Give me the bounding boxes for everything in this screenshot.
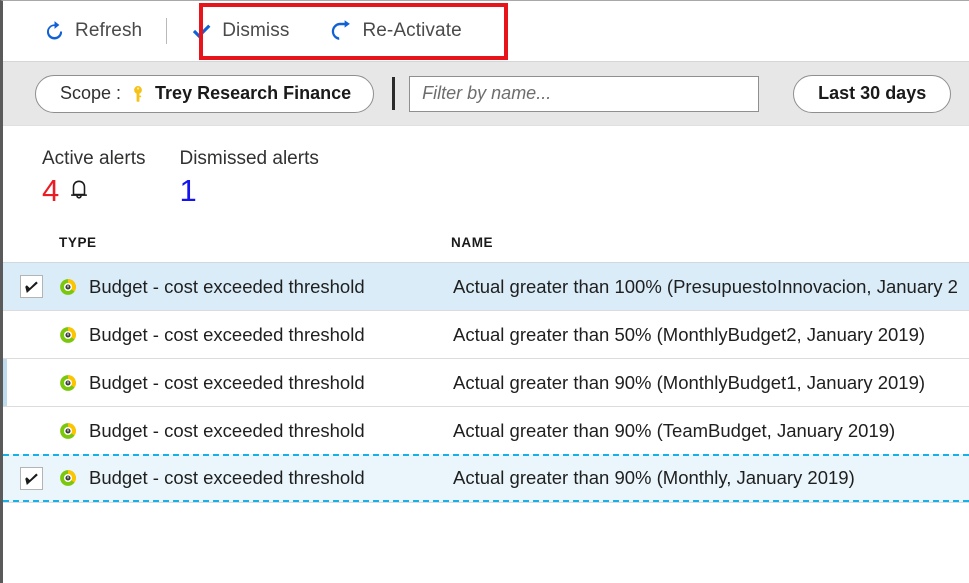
- alert-summary: Active alerts 4 Dismissed alerts 1: [3, 126, 969, 218]
- scope-prefix-label: Scope :: [60, 83, 122, 103]
- refresh-label: Refresh: [75, 20, 143, 41]
- row-type-label: Budget - cost exceeded threshold: [89, 323, 365, 345]
- column-header-type[interactable]: TYPE: [59, 235, 97, 250]
- scope-selector[interactable]: Scope : Trey Research Finance: [35, 74, 375, 113]
- active-alerts-summary: Active alerts 4: [42, 148, 145, 218]
- row-name-cell: Actual greater than 90% (Monthly, Januar…: [451, 467, 969, 489]
- table-row[interactable]: Budget - cost exceeded threshold Actual …: [3, 310, 969, 358]
- dismiss-button[interactable]: Dismiss: [180, 11, 299, 51]
- date-range-selector[interactable]: Last 30 days: [793, 74, 952, 113]
- checkmark-icon: [190, 20, 213, 43]
- row-name-label: Actual greater than 90% (TeamBudget, Jan…: [453, 419, 896, 441]
- filter-divider: [392, 77, 396, 110]
- row-name-label: Actual greater than 90% (MonthlyBudget1,…: [453, 371, 926, 393]
- budget-donut-icon: [59, 374, 77, 392]
- row-type-cell: Budget - cost exceeded threshold: [59, 324, 451, 346]
- alerts-table: TYPE NAME Budget - cost exceeded thresho…: [3, 218, 969, 503]
- budget-donut-icon: [59, 326, 77, 344]
- column-header-name[interactable]: NAME: [451, 235, 493, 250]
- row-type-label: Budget - cost exceeded threshold: [89, 371, 365, 393]
- row-type-cell: Budget - cost exceeded threshold: [59, 420, 451, 442]
- undo-arrow-icon: [329, 19, 353, 43]
- row-select-cell[interactable]: [3, 275, 59, 298]
- scope-value-label: Trey Research Finance: [155, 83, 352, 103]
- date-range-label: Last 30 days: [818, 83, 927, 103]
- table-header-row: TYPE NAME: [3, 218, 969, 262]
- refresh-button[interactable]: Refresh: [33, 11, 152, 51]
- table-row[interactable]: Budget - cost exceeded threshold Actual …: [3, 358, 969, 406]
- toolbar-divider: [166, 18, 168, 44]
- dismissed-alerts-summary: Dismissed alerts 1: [179, 148, 318, 218]
- dismissed-alerts-count: 1: [179, 173, 197, 208]
- row-name-cell: Actual greater than 100% (PresupuestoInn…: [451, 276, 969, 298]
- row-type-cell: Budget - cost exceeded threshold: [59, 372, 451, 394]
- row-type-label: Budget - cost exceeded threshold: [89, 467, 365, 488]
- budget-donut-icon: [59, 278, 77, 296]
- refresh-circular-arrow-icon: [43, 20, 66, 43]
- reactivate-button[interactable]: Re-Activate: [319, 11, 471, 51]
- row-name-cell: Actual greater than 50% (MonthlyBudget2,…: [451, 324, 969, 346]
- row-checkbox[interactable]: [19, 466, 43, 490]
- row-select-cell[interactable]: [3, 466, 59, 490]
- row-checkbox[interactable]: [19, 275, 43, 298]
- table-body: Budget - cost exceeded threshold Actual …: [3, 262, 969, 502]
- row-name-cell: Actual greater than 90% (TeamBudget, Jan…: [451, 420, 969, 442]
- table-row[interactable]: Budget - cost exceeded threshold Actual …: [3, 262, 969, 310]
- budget-donut-icon: [59, 469, 77, 487]
- row-name-label: Actual greater than 90% (Monthly, Januar…: [453, 467, 855, 488]
- row-name-label: Actual greater than 100% (PresupuestoInn…: [453, 275, 958, 297]
- row-type-label: Budget - cost exceeded threshold: [89, 275, 365, 297]
- table-row[interactable]: Budget - cost exceeded threshold Actual …: [3, 454, 969, 502]
- alerts-page: Refresh Dismiss Re-Activate Scope : Trey…: [0, 0, 969, 583]
- row-type-cell: Budget - cost exceeded threshold: [59, 467, 451, 489]
- command-bar: Refresh Dismiss Re-Activate: [3, 1, 969, 62]
- row-name-label: Actual greater than 50% (MonthlyBudget2,…: [453, 323, 926, 345]
- row-type-cell: Budget - cost exceeded threshold: [59, 276, 451, 298]
- active-alerts-count: 4: [42, 173, 60, 208]
- dismiss-label: Dismiss: [222, 20, 290, 41]
- dismissed-alerts-title: Dismissed alerts: [179, 148, 319, 169]
- filter-bar: Scope : Trey Research Finance Last 30 da…: [3, 62, 969, 126]
- key-icon: [129, 85, 147, 103]
- table-row[interactable]: Budget - cost exceeded threshold Actual …: [3, 406, 969, 454]
- bell-icon: [68, 179, 90, 203]
- row-name-cell: Actual greater than 90% (MonthlyBudget1,…: [451, 372, 969, 394]
- active-alerts-title: Active alerts: [42, 148, 146, 169]
- budget-donut-icon: [59, 422, 77, 440]
- reactivate-label: Re-Activate: [362, 20, 462, 41]
- table-bottom-edge: [3, 502, 969, 503]
- filter-by-name-input[interactable]: [409, 75, 760, 112]
- row-type-label: Budget - cost exceeded threshold: [89, 419, 365, 441]
